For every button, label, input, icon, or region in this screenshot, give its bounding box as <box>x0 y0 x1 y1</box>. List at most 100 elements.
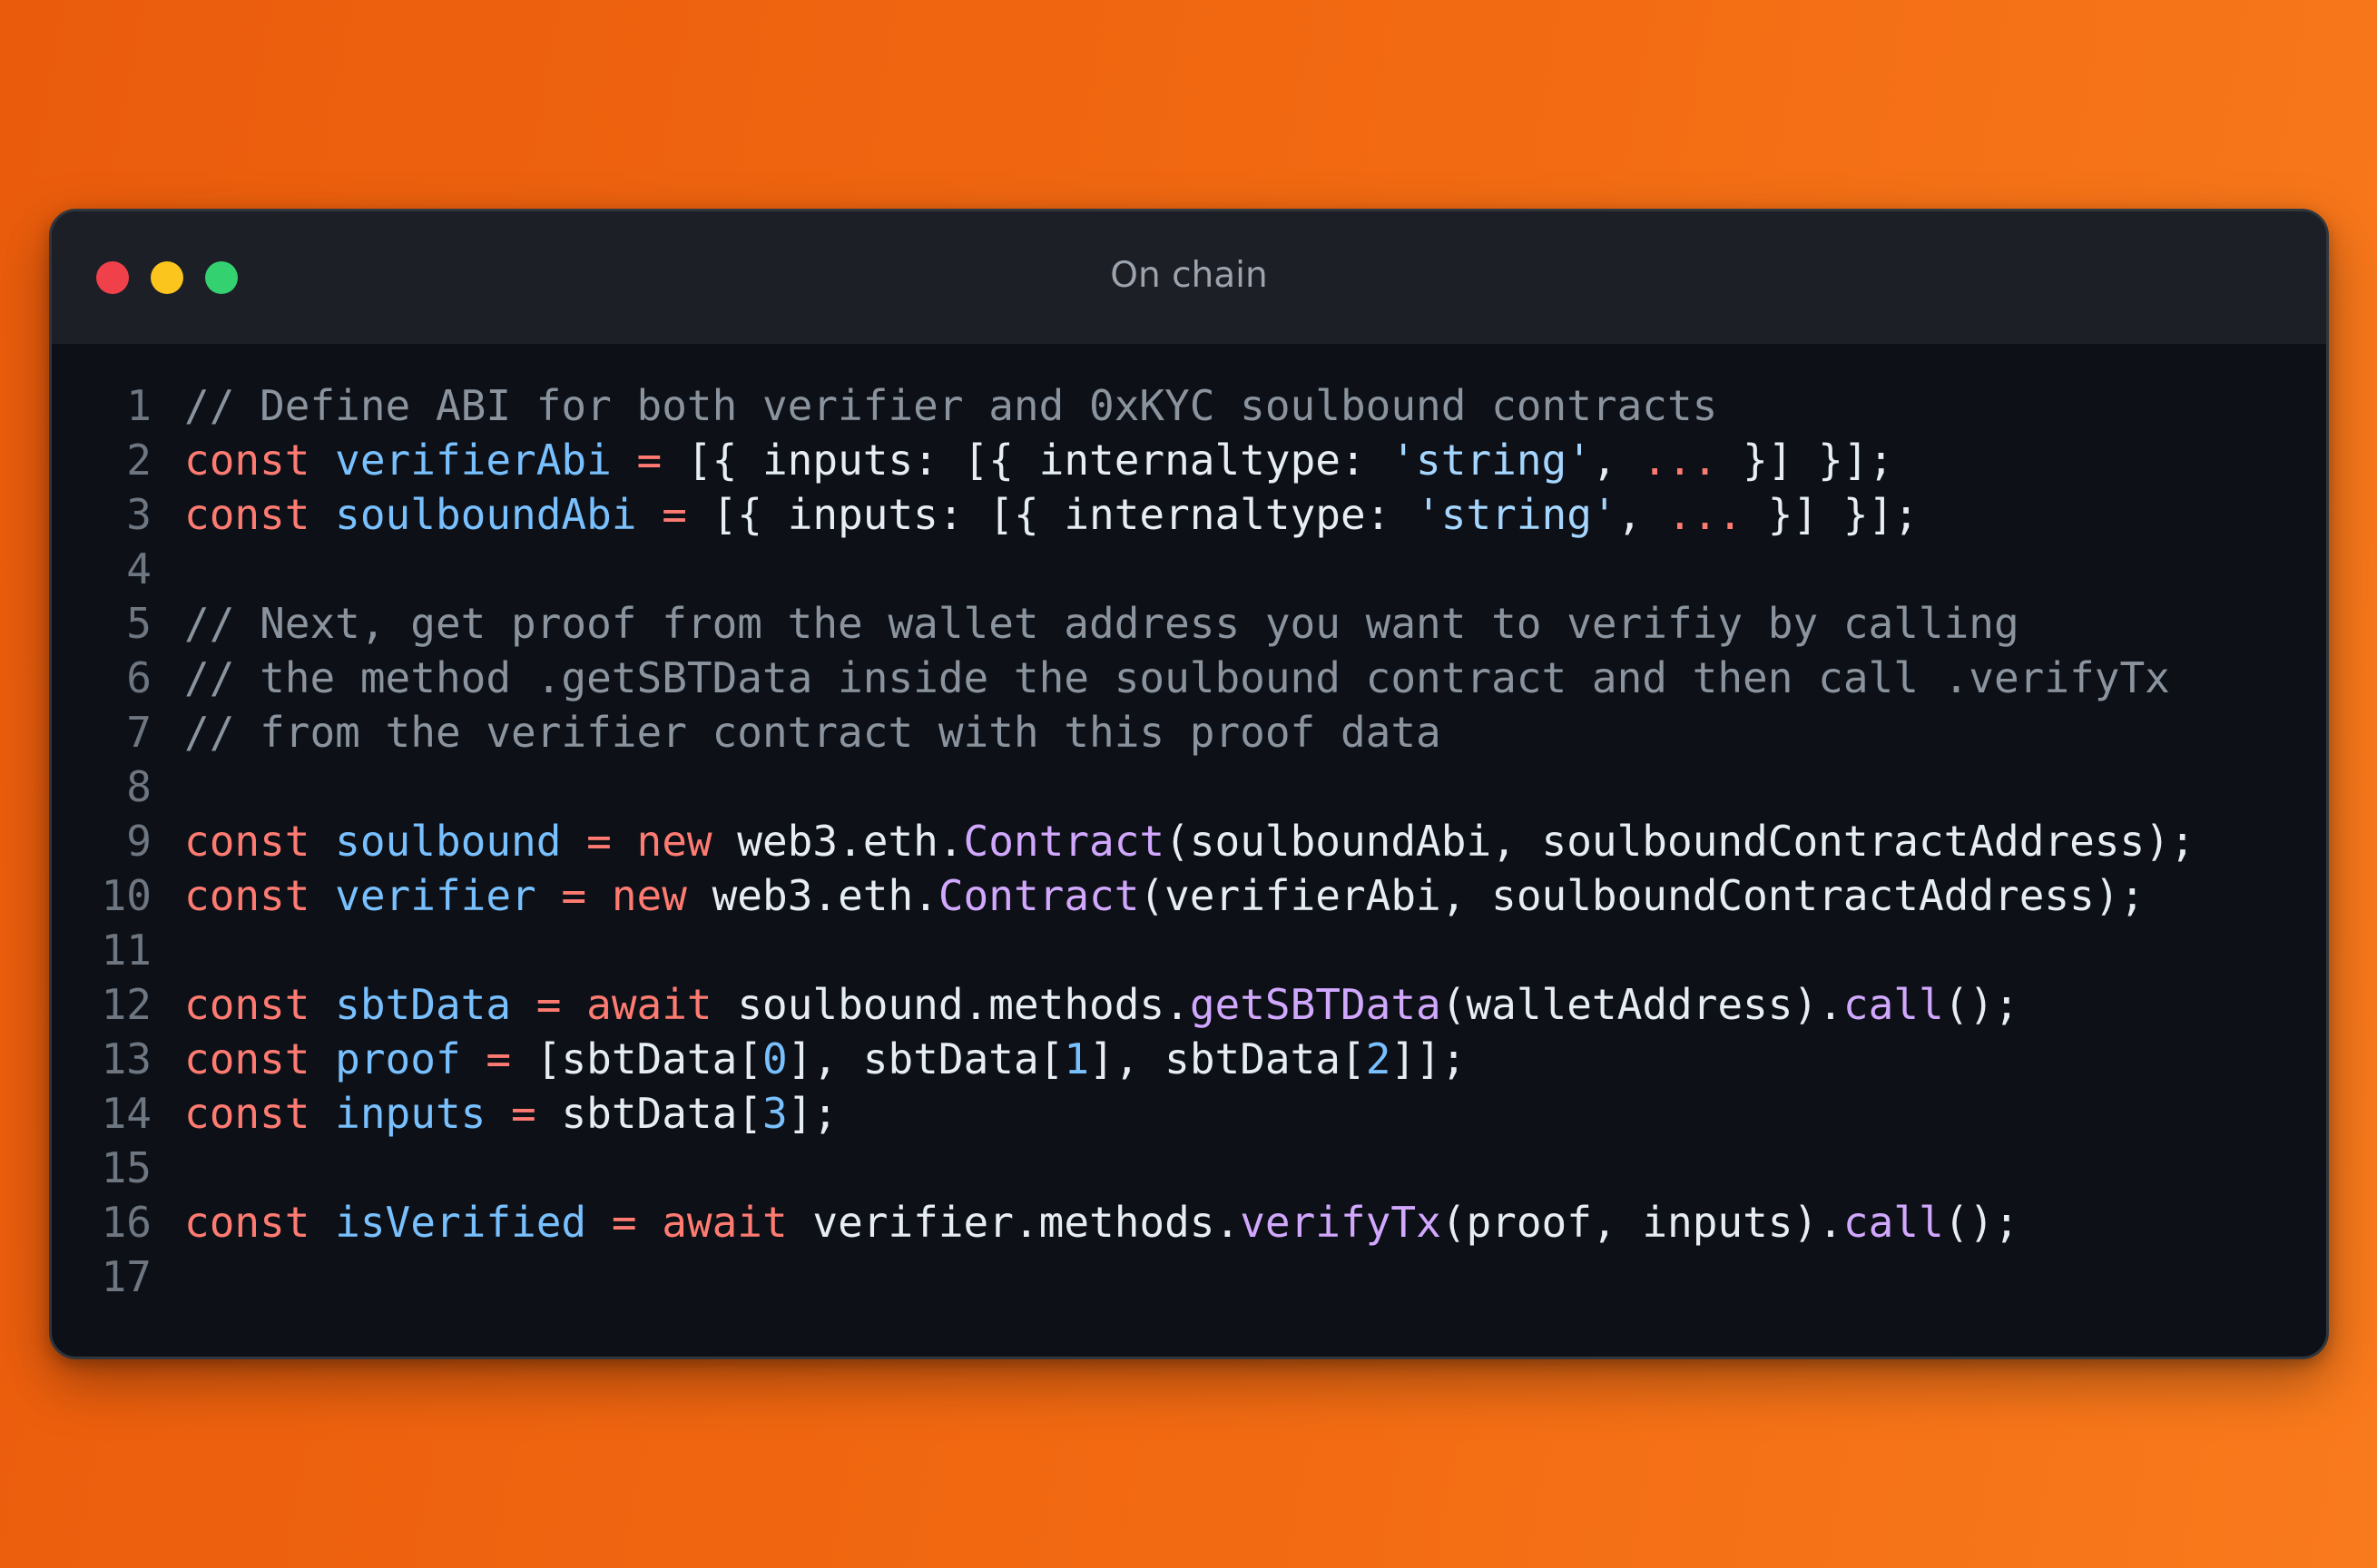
code-editor: 1 // Define ABI for both verifier and 0xK… <box>52 378 2326 1304</box>
code-token: web3.eth. <box>712 871 938 920</box>
line-number: 16 <box>101 1198 152 1247</box>
code-token: // the method .getSBTData inside the sou… <box>184 653 2170 702</box>
code-token: await <box>662 1198 813 1247</box>
code-token: // from the verifier contract with this … <box>184 708 1441 757</box>
line-source <box>152 760 184 814</box>
line-source: const isVerified = await verifier.method… <box>152 1195 2019 1250</box>
code-token: (); <box>1943 1198 2019 1247</box>
code-token: ], sbtData[ <box>1089 1034 1366 1083</box>
code-token: [{ inputs: [{ internaltype: <box>686 436 1391 485</box>
code-token: 1 <box>1064 1034 1090 1083</box>
line-number: 8 <box>126 762 152 811</box>
code-token: [sbtData[ <box>535 1034 762 1083</box>
line-number: 4 <box>126 544 152 593</box>
code-token: verifyTx <box>1240 1198 1441 1247</box>
code-token: = <box>636 490 712 539</box>
code-token: const <box>184 490 336 539</box>
code-line: 5 // Next, get proof from the wallet addr… <box>52 596 2326 651</box>
code-line: 12 const sbtData = await soulbound.method… <box>52 977 2326 1032</box>
code-token: (soulboundAbi, soulboundContractAddress)… <box>1164 817 2195 866</box>
code-token: [{ inputs: [{ internaltype: <box>712 490 1417 539</box>
code-token: 2 <box>1365 1034 1391 1083</box>
code-token: // Next, get proof from the wallet addre… <box>184 599 2019 648</box>
code-token: call <box>1842 980 1944 1029</box>
line-source: // Next, get proof from the wallet addre… <box>152 596 2019 651</box>
line-source: const proof = [sbtData[0], sbtData[1], s… <box>152 1032 1466 1086</box>
code-token: = <box>586 1198 663 1247</box>
code-window: On chain 1 // Define ABI for both verifie… <box>49 209 2329 1359</box>
code-line: 8 <box>52 760 2326 814</box>
code-token: ]]; <box>1390 1034 1467 1083</box>
code-token: soulboundAbi <box>335 490 637 539</box>
code-token: (verifierAbi, soulboundContractAddress); <box>1139 871 2146 920</box>
code-token: 'string' <box>1390 436 1592 485</box>
code-token: isVerified <box>335 1198 587 1247</box>
line-number: 13 <box>101 1034 152 1083</box>
code-token: call <box>1842 1198 1944 1247</box>
code-line: 15 <box>52 1141 2326 1195</box>
code-line: 1 // Define ABI for both verifier and 0xK… <box>52 378 2326 433</box>
code-token: new <box>611 871 712 920</box>
code-token: ]; <box>787 1089 839 1138</box>
code-line: 9 const soulbound = new web3.eth.Contract… <box>52 814 2326 868</box>
code-token: soulbound <box>335 817 562 866</box>
code-token: new <box>636 817 738 866</box>
code-token: 0 <box>762 1034 788 1083</box>
code-token: soulbound.methods. <box>737 980 1190 1029</box>
line-source <box>152 1250 184 1304</box>
code-line: 2 const verifierAbi = [{ inputs: [{ inter… <box>52 433 2326 487</box>
code-token: verifier.methods. <box>812 1198 1241 1247</box>
code-token: const <box>184 1089 336 1138</box>
code-token: = <box>611 436 687 485</box>
code-token: sbtData <box>335 980 512 1029</box>
code-token: Contract <box>963 817 1165 866</box>
line-source <box>152 923 184 977</box>
line-number: 7 <box>126 708 152 757</box>
line-source <box>152 542 184 596</box>
code-line: 7 // from the verifier contract with this… <box>52 705 2326 760</box>
line-source: const verifier = new web3.eth.Contract(v… <box>152 868 2145 923</box>
code-token: proof <box>335 1034 461 1083</box>
code-token: await <box>586 980 738 1029</box>
line-number: 10 <box>101 871 152 920</box>
window-title: On chain <box>1110 255 1268 296</box>
line-number: 5 <box>126 599 152 648</box>
code-line: 14 const inputs = sbtData[3]; <box>52 1086 2326 1141</box>
code-token: Contract <box>938 871 1140 920</box>
line-number: 15 <box>101 1143 152 1192</box>
code-token: ], sbtData[ <box>787 1034 1065 1083</box>
line-source: const verifierAbi = [{ inputs: [{ intern… <box>152 433 1893 487</box>
code-token: , <box>1591 436 1643 485</box>
line-number: 9 <box>126 817 152 866</box>
code-token: getSBTData <box>1189 980 1441 1029</box>
code-token: web3.eth. <box>737 817 964 866</box>
code-token: = <box>561 817 637 866</box>
line-number: 11 <box>101 926 152 975</box>
code-token: const <box>184 1034 336 1083</box>
title-bar: On chain <box>52 211 2326 344</box>
code-token: ... <box>1667 490 1743 539</box>
code-token: inputs <box>335 1089 486 1138</box>
code-token: = <box>511 980 587 1029</box>
code-line: 6 // the method .getSBTData inside the so… <box>52 651 2326 705</box>
code-token: const <box>184 980 336 1029</box>
code-token: const <box>184 436 336 485</box>
line-number: 14 <box>101 1089 152 1138</box>
code-token: sbtData[ <box>561 1089 762 1138</box>
line-source <box>152 1141 184 1195</box>
code-token: , <box>1616 490 1668 539</box>
code-token: verifier <box>335 871 536 920</box>
line-number: 17 <box>101 1252 152 1301</box>
code-line: 3 const soulboundAbi = [{ inputs: [{ inte… <box>52 487 2326 542</box>
code-token: const <box>184 871 336 920</box>
code-token: = <box>486 1089 562 1138</box>
code-line: 11 <box>52 923 2326 977</box>
code-token: const <box>184 817 336 866</box>
line-source: const soulbound = new web3.eth.Contract(… <box>152 814 2195 868</box>
line-number: 3 <box>126 490 152 539</box>
code-token: const <box>184 1198 336 1247</box>
code-token: 3 <box>762 1089 788 1138</box>
line-number: 1 <box>126 381 152 430</box>
code-token: verifierAbi <box>335 436 612 485</box>
code-token: // Define ABI for both verifier and 0xKY… <box>184 381 1718 430</box>
